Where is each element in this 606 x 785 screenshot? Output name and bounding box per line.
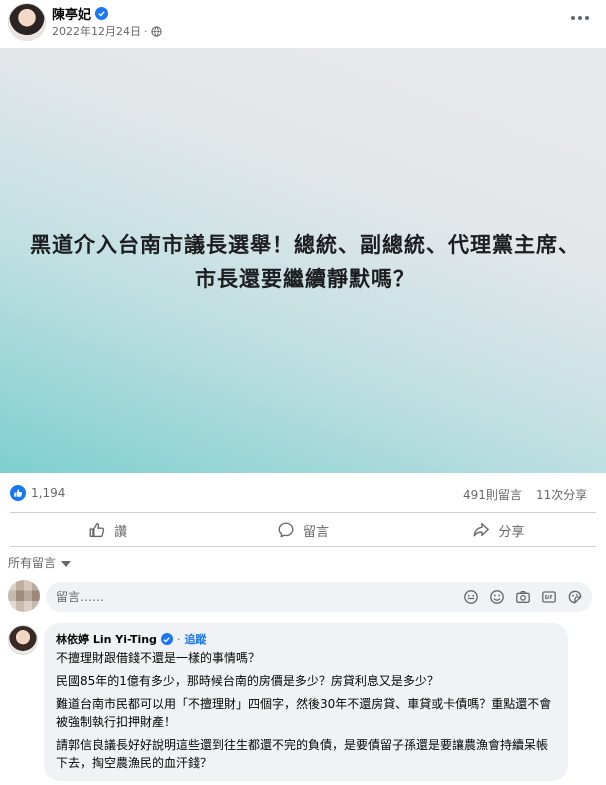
post-image[interactable]: 黑道介入台南市議長選舉！總統、副總統、代理黨主席、市長還要繼續靜默嗎？ — [0, 48, 606, 473]
comment-paragraph: 民國85年的1億有多少，那時候台南的房價是多少？房貸利息又是多少？ — [56, 674, 439, 688]
comment-paragraph: 不擅理財跟借錢不還是一樣的事情嗎？ — [56, 651, 261, 665]
author-name[interactable]: 陳亭妃 — [52, 4, 91, 23]
more-options-icon[interactable] — [568, 8, 592, 28]
follow-button[interactable]: 追蹤 — [184, 631, 206, 647]
comment-count[interactable]: 491則留言 — [463, 486, 522, 503]
author-avatar[interactable] — [8, 3, 46, 41]
thumbs-up-icon — [89, 523, 105, 538]
current-user-avatar[interactable] — [8, 580, 40, 612]
name-separator: · — [176, 632, 181, 646]
commenter-row: 林依婷 Lin Yi-Ting · 追蹤 — [56, 631, 556, 647]
like-reaction-icon[interactable] — [10, 485, 26, 501]
share-count[interactable]: 11次分享 — [536, 486, 587, 503]
sticker-icon[interactable] — [566, 588, 584, 606]
post-meta: 2022年12月24日 · — [52, 23, 162, 39]
composer-tools — [462, 588, 584, 606]
like-button[interactable]: 讚 — [10, 514, 205, 546]
comment-button-label: 留言 — [302, 524, 329, 540]
share-arrow-icon — [473, 523, 490, 537]
comment-composer[interactable] — [46, 582, 592, 612]
like-button-label: 讚 — [114, 524, 128, 540]
comment: 林依婷 Lin Yi-Ting · 追蹤 不擅理財跟借錢不還是一樣的事情嗎？ 民… — [44, 623, 568, 781]
gif-icon[interactable] — [540, 588, 558, 606]
action-bar: 讚 留言 分享 — [10, 514, 596, 546]
date-separator: · — [144, 24, 148, 38]
comment-sort-label: 所有留言 — [8, 556, 57, 570]
reaction-count[interactable]: 1,194 — [31, 486, 65, 500]
comment-bubble-icon — [278, 522, 294, 538]
share-button-label: 分享 — [498, 524, 525, 540]
commenter-avatar[interactable] — [8, 625, 38, 655]
comment-paragraph: 難道台南市民都可以用「不擅理財」四個字，然後30年不還房貸、車貸或卡債嗎？重點還… — [56, 697, 552, 729]
comment-paragraph: 請郭信良議長好好說明這些還到往生都還不完的負債，是要債留子孫還是要讓農漁會持續呆… — [56, 738, 549, 770]
globe-icon — [150, 25, 162, 37]
author-row: 陳亭妃 — [52, 4, 109, 23]
emoji-icon[interactable] — [462, 588, 480, 606]
comment-input[interactable] — [56, 582, 446, 612]
divider — [10, 546, 596, 547]
comment-body: 不擅理財跟借錢不還是一樣的事情嗎？ 民國85年的1億有多少，那時候台南的房價是多… — [56, 649, 556, 772]
divider — [10, 512, 596, 513]
share-button[interactable]: 分享 — [401, 514, 596, 546]
smiley-icon[interactable] — [488, 588, 506, 606]
engagement-stats: 1,194 491則留言 11次分享 — [0, 480, 606, 508]
verified-badge-icon — [95, 6, 109, 20]
post-image-text: 黑道介入台南市議長選舉！總統、副總統、代理黨主席、市長還要繼續靜默嗎？ — [30, 233, 580, 291]
caret-down-icon — [61, 560, 72, 567]
verified-badge-icon — [160, 633, 173, 645]
comment-button[interactable]: 留言 — [205, 514, 400, 546]
camera-icon[interactable] — [514, 588, 532, 606]
post-date[interactable]: 2022年12月24日 — [52, 23, 141, 39]
comment-sort-dropdown[interactable]: 所有留言 — [8, 554, 72, 571]
post-header: 陳亭妃 2022年12月24日 · — [0, 0, 606, 48]
commenter-name[interactable]: 林依婷 Lin Yi-Ting — [56, 631, 157, 647]
